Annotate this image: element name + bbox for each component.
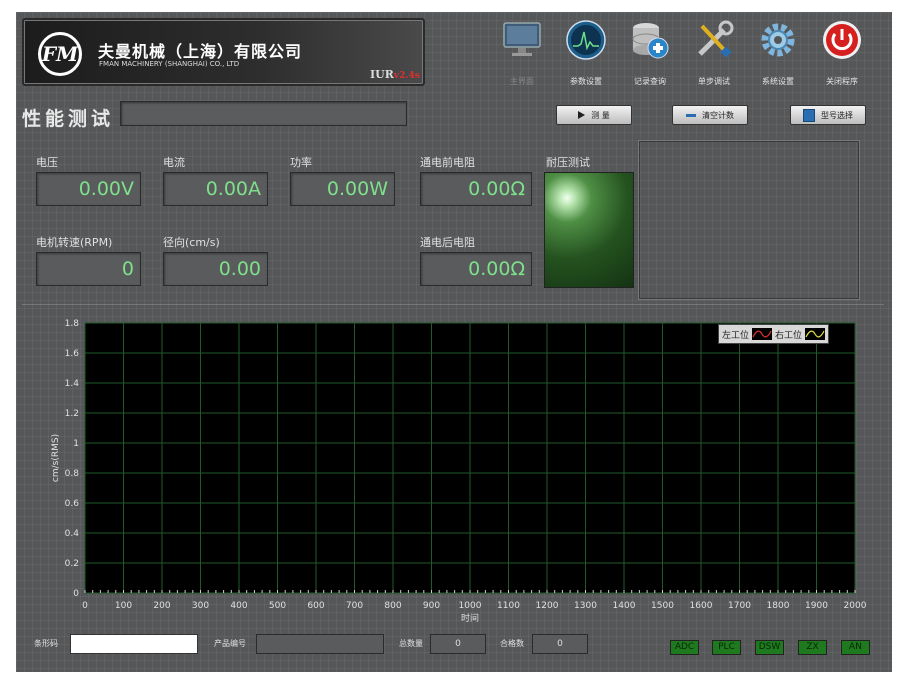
y-tick-label: 1.8 — [65, 319, 80, 329]
measure-button[interactable]: 测 量 — [556, 105, 632, 125]
voltage-label: 电压 — [36, 156, 58, 169]
legend-right-swatch — [805, 328, 826, 340]
y-tick-label: 1 — [73, 439, 79, 449]
x-axis-label: 时间 — [461, 612, 479, 624]
gear-icon — [761, 23, 795, 57]
x-tick-label: 400 — [230, 601, 247, 611]
x-tick-label: 1700 — [728, 601, 751, 611]
power-icon — [823, 21, 861, 59]
x-tick-label: 1900 — [805, 601, 828, 611]
current-value: 0.00A — [163, 172, 268, 206]
y-tick-label: 1.2 — [65, 409, 79, 419]
barcode-input[interactable] — [70, 634, 198, 654]
system-settings-button[interactable]: 系统设置 — [748, 16, 808, 90]
x-tick-label: 1500 — [651, 601, 674, 611]
status-zx: ZX — [798, 640, 827, 655]
total-count: 0 — [430, 634, 486, 654]
status-dsw: DSW — [755, 640, 784, 655]
x-tick-label: 1600 — [690, 601, 713, 611]
logo-panel: FM 夫曼机械（上海）有限公司 FMAN MACHINERY (SHANGHAI… — [22, 18, 425, 86]
x-tick-label: 800 — [384, 601, 401, 611]
version-label: IURv2.4s — [370, 68, 420, 81]
legend-right-label: 右工位 — [775, 330, 803, 341]
play-icon — [578, 111, 586, 119]
close-program-button[interactable]: 关闭程序 — [812, 16, 872, 90]
status-an: AN — [841, 640, 870, 655]
product-input[interactable] — [256, 634, 384, 654]
y-tick-label: 0.6 — [65, 499, 80, 509]
x-tick-label: 100 — [115, 601, 132, 611]
chart-legend[interactable]: 左工位 右工位 — [718, 324, 830, 344]
x-tick-label: 1200 — [536, 601, 559, 611]
x-tick-label: 500 — [269, 601, 286, 611]
document-icon — [803, 108, 815, 122]
y-tick-label: 0 — [73, 589, 79, 599]
x-tick-label: 1300 — [574, 601, 597, 611]
app-window: FM 夫曼机械（上海）有限公司 FMAN MACHINERY (SHANGHAI… — [16, 12, 892, 672]
company-logo: FM — [38, 32, 82, 76]
post-resistance-label: 通电后电阻 — [420, 236, 475, 249]
monitor-icon — [503, 22, 541, 56]
y-axis-label: cm/s(RMS) — [51, 434, 61, 482]
x-tick-label: 300 — [192, 601, 209, 611]
x-tick-label: 600 — [307, 601, 324, 611]
x-tick-label: 1000 — [459, 601, 482, 611]
x-tick-label: 0 — [82, 601, 88, 611]
model-select-button[interactable]: 型号选择 — [790, 105, 866, 125]
x-tick-label: 1100 — [497, 601, 520, 611]
step-debug-button[interactable]: 单步调试 — [684, 16, 744, 90]
title-input[interactable] — [120, 101, 407, 126]
side-panel — [638, 140, 860, 300]
pass-label: 合格数 — [500, 639, 524, 648]
x-tick-label: 700 — [346, 601, 363, 611]
company-name-cn: 夫曼机械（上海）有限公司 — [98, 42, 303, 61]
oscilloscope-icon — [566, 20, 606, 60]
status-adc: ADC — [670, 640, 699, 655]
y-tick-label: 0.4 — [65, 529, 80, 539]
record-query-button[interactable]: 记录查询 — [620, 16, 680, 90]
current-label: 电流 — [163, 156, 185, 169]
x-tick-label: 2000 — [844, 601, 867, 611]
radial-label: 径向(cm/s) — [163, 236, 220, 249]
parameter-settings-button[interactable]: 参数设置 — [556, 16, 616, 90]
main-screen-button[interactable]: 主界面 — [492, 16, 552, 90]
withstand-indicator-led — [544, 172, 634, 288]
minus-icon — [686, 113, 696, 117]
company-name-en: FMAN MACHINERY (SHANGHAI) CO., LTD — [99, 60, 240, 68]
y-tick-label: 1.4 — [65, 379, 80, 389]
chart-panel: 0 100 200 300 400 500 600 700 800 900 1000 1100 1200… — [22, 304, 884, 627]
legend-left-swatch — [752, 328, 773, 340]
radial-value: 0.00 — [163, 252, 268, 286]
x-tick-label: 1400 — [613, 601, 636, 611]
x-tick-label: 200 — [153, 601, 170, 611]
voltage-value: 0.00V — [36, 172, 141, 206]
barcode-label: 条形码 — [34, 639, 58, 648]
power-value: 0.00W — [290, 172, 395, 206]
database-icon — [632, 23, 669, 59]
x-tick-label: 1800 — [767, 601, 790, 611]
y-tick-label: 0.8 — [65, 469, 80, 479]
tools-icon — [698, 20, 734, 58]
legend-left-label: 左工位 — [722, 330, 750, 341]
withstand-label: 耐压测试 — [546, 156, 590, 169]
vibration-chart: 0 100 200 300 400 500 600 700 800 900 1000 1100 1200… — [51, 319, 867, 624]
clear-count-button[interactable]: 清空计数 — [672, 105, 748, 125]
y-tick-label: 0.2 — [65, 559, 79, 569]
post-resistance-value: 0.00Ω — [420, 252, 532, 286]
y-tick-label: 1.6 — [65, 349, 80, 359]
x-tick-label: 900 — [423, 601, 440, 611]
power-label: 功率 — [290, 156, 312, 169]
pre-resistance-value: 0.00Ω — [420, 172, 532, 206]
status-plc: PLC — [712, 640, 741, 655]
rpm-label: 电机转速(RPM) — [36, 236, 113, 249]
total-label: 总数量 — [399, 639, 423, 648]
page-title: 性能测试 — [22, 108, 115, 130]
rpm-value: 0 — [36, 252, 141, 286]
product-label: 产品编号 — [214, 639, 246, 648]
pass-count: 0 — [532, 634, 588, 654]
pre-resistance-label: 通电前电阻 — [420, 156, 475, 169]
